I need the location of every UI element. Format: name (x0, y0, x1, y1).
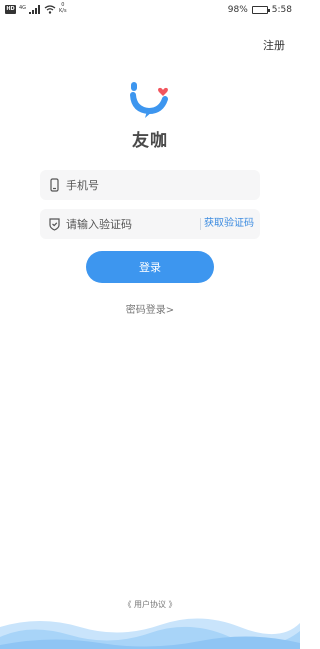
shield-check-icon (49, 218, 60, 231)
network-speed: 0 K/s (59, 2, 67, 14)
smile-heart-logo-icon (130, 82, 168, 118)
wifi-icon (44, 5, 56, 14)
footer-wave-decoration (0, 618, 300, 649)
signal-icon (29, 5, 41, 14)
get-code-button[interactable]: 获取验证码 (204, 209, 254, 239)
password-login-link[interactable]: 密码登录> (0, 301, 300, 316)
register-link[interactable]: 注册 (263, 37, 285, 53)
clock: 5:58 (271, 5, 292, 15)
field-divider (200, 218, 201, 230)
battery-percent: 98% (227, 5, 248, 15)
phone-field (40, 170, 260, 200)
hd-badge: HD (5, 5, 16, 14)
user-agreement-link[interactable]: 《 用户协议 》 (0, 599, 300, 610)
network-type-label: 4G (19, 4, 27, 11)
phone-input[interactable] (66, 170, 251, 200)
status-bar: HD 4G 0 K/s 98% 5:58 (0, 0, 300, 22)
brand-name: 友咖 (132, 131, 168, 151)
status-left: HD 4G (5, 5, 56, 14)
verification-code-field: 获取验证码 (40, 209, 260, 239)
battery-icon (251, 6, 270, 14)
mobile-phone-icon (50, 178, 59, 192)
login-button[interactable]: 登录 (86, 251, 214, 283)
status-right: 98% 5:58 (228, 5, 292, 15)
speed-unit: K/s (59, 8, 67, 14)
verification-code-input[interactable] (66, 209, 186, 239)
